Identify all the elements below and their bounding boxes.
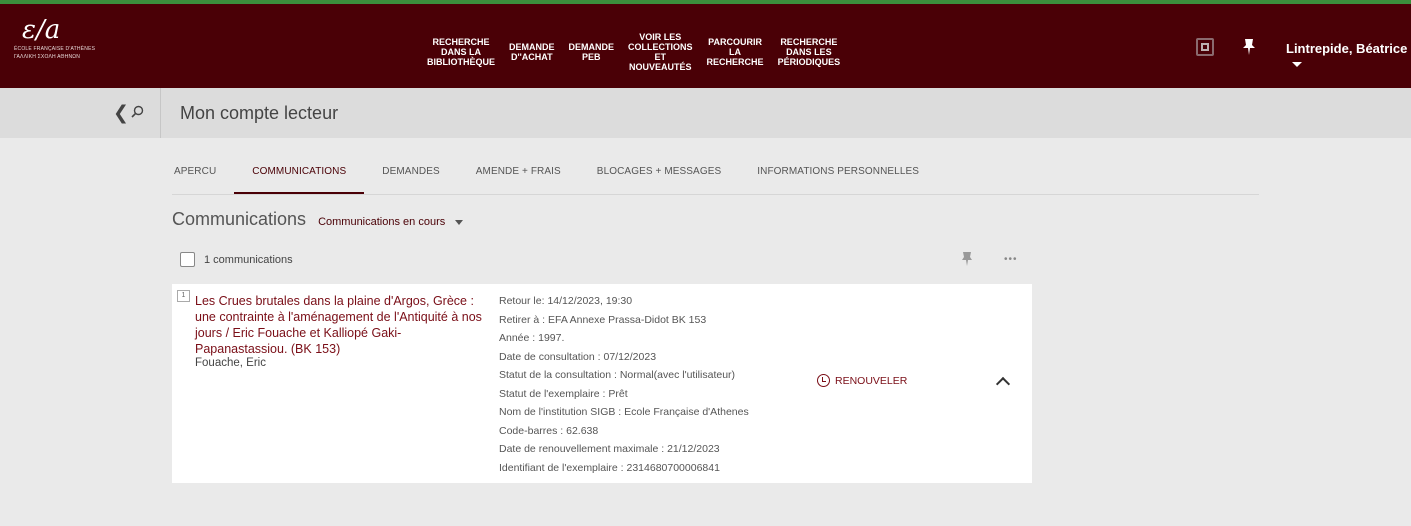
detail-renouvellement-max: Date de renouvellement maximale : 21/12/… <box>499 443 720 455</box>
tabs-divider <box>172 194 1259 195</box>
chevron-up-icon[interactable] <box>995 376 1011 392</box>
page-title: Mon compte lecteur <box>180 103 339 123</box>
tab-amende-frais[interactable]: AMENDE + FRAIS <box>476 160 561 194</box>
communications-count: 1 communications <box>204 253 293 266</box>
tab-apercu[interactable]: APERCU <box>174 160 216 194</box>
subheader-bar: ❮ Mon compte lecteur <box>0 88 1411 138</box>
header-bar: ε/a ÉCOLE FRANÇAISE D'ATHÈNES ΓΑΛΛΙΚΗ ΣΧ… <box>0 4 1411 88</box>
user-name: Lintrepide, Béatrice <box>1286 41 1408 56</box>
search-icon <box>131 105 144 121</box>
renew-button[interactable]: RENOUVELER <box>817 374 907 387</box>
detail-annee: Année : 1997. <box>499 332 565 344</box>
account-tabs: APERCU COMMUNICATIONS DEMANDES AMENDE + … <box>174 160 955 194</box>
communications-heading: Communications Communications en cours <box>172 209 464 230</box>
pin-icon[interactable] <box>962 252 972 269</box>
logo-line-fr: ÉCOLE FRANÇAISE D'ATHÈNES <box>14 46 96 52</box>
item-number: 1 <box>177 290 190 302</box>
logo-mark: ε/a <box>22 15 61 45</box>
efa-logo[interactable]: ε/a ÉCOLE FRANÇAISE D'ATHÈNES ΓΑΛΛΙΚΗ ΣΧ… <box>14 16 104 78</box>
more-options-icon[interactable]: ••• <box>1004 254 1018 265</box>
back-search-button[interactable]: ❮ <box>113 102 144 125</box>
filter-label: Communications en cours <box>318 216 446 228</box>
communication-card: 1 Les Crues brutales dans la plaine d'Ar… <box>172 284 1032 483</box>
user-menu[interactable]: Lintrepide, Béatrice <box>1286 41 1411 71</box>
subheader-divider <box>160 88 161 138</box>
renew-label: RENOUVELER <box>835 374 908 387</box>
tab-blocages-messages[interactable]: BLOCAGES + MESSAGES <box>597 160 721 194</box>
nav-demande-achat[interactable]: DEMANDE D''ACHAT <box>502 22 562 82</box>
select-all-checkbox[interactable] <box>180 252 195 267</box>
nav-recherche-bibliotheque[interactable]: RECHERCHE DANS LA BIBLIOTHÈQUE <box>420 22 502 82</box>
item-author: Fouache, Eric <box>195 357 266 369</box>
renew-clock-icon <box>817 374 830 387</box>
detail-institution: Nom de l'institution SIGB : Ecole França… <box>499 406 749 418</box>
chevron-down-icon <box>1292 62 1302 68</box>
tab-demandes[interactable]: DEMANDES <box>382 160 439 194</box>
nav-collections-nouveautes[interactable]: VOIR LES COLLECTIONS ET NOUVEAUTÉS <box>621 22 700 82</box>
item-details: Retour le: 14/12/2023, 19:30 Retirer à :… <box>499 292 789 477</box>
logo-line-gr: ΓΑΛΛΙΚΗ ΣΧΟΛΗ ΑΘΗΝΩΝ <box>14 54 81 60</box>
section-title: Communications <box>172 209 307 229</box>
pin-icon[interactable] <box>1240 38 1258 56</box>
tab-informations-personnelles[interactable]: INFORMATIONS PERSONNELLES <box>757 160 919 194</box>
detail-date-consultation: Date de consultation : 07/12/2023 <box>499 350 657 363</box>
nav-parcourir-recherche[interactable]: PARCOURIR LA RECHERCHE <box>700 22 771 82</box>
item-title-link[interactable]: Les Crues brutales dans la plaine d'Argo… <box>195 293 490 357</box>
detail-identifiant: Identifiant de l'exemplaire : 2314680700… <box>499 461 720 474</box>
nav-demande-peb[interactable]: DEMANDE PEB <box>562 22 622 82</box>
detail-statut-exemplaire: Statut de l'exemplaire : Prêt <box>499 387 628 400</box>
detail-code-barres: Code-barres : 62.638 <box>499 424 599 437</box>
main-nav: RECHERCHE DANS LA BIBLIOTHÈQUE DEMANDE D… <box>420 22 847 82</box>
detail-retour: Retour le: 14/12/2023, 19:30 <box>499 295 633 307</box>
tab-communications[interactable]: COMMUNICATIONS <box>234 160 365 194</box>
filter-dropdown[interactable]: Communications en cours <box>318 216 464 228</box>
detail-retirer: Retirer à : EFA Annexe Prassa-Didot BK 1… <box>499 313 707 326</box>
detail-statut-consultation: Statut de la consultation : Normal(avec … <box>499 369 736 381</box>
qr-code-icon[interactable] <box>1196 38 1214 56</box>
select-all-row: 1 communications <box>180 252 293 267</box>
nav-recherche-periodiques[interactable]: RECHERCHE DANS LES PÉRIODIQUES <box>771 22 848 82</box>
caret-down-icon <box>455 219 464 225</box>
chevron-left-icon: ❮ <box>113 103 129 124</box>
